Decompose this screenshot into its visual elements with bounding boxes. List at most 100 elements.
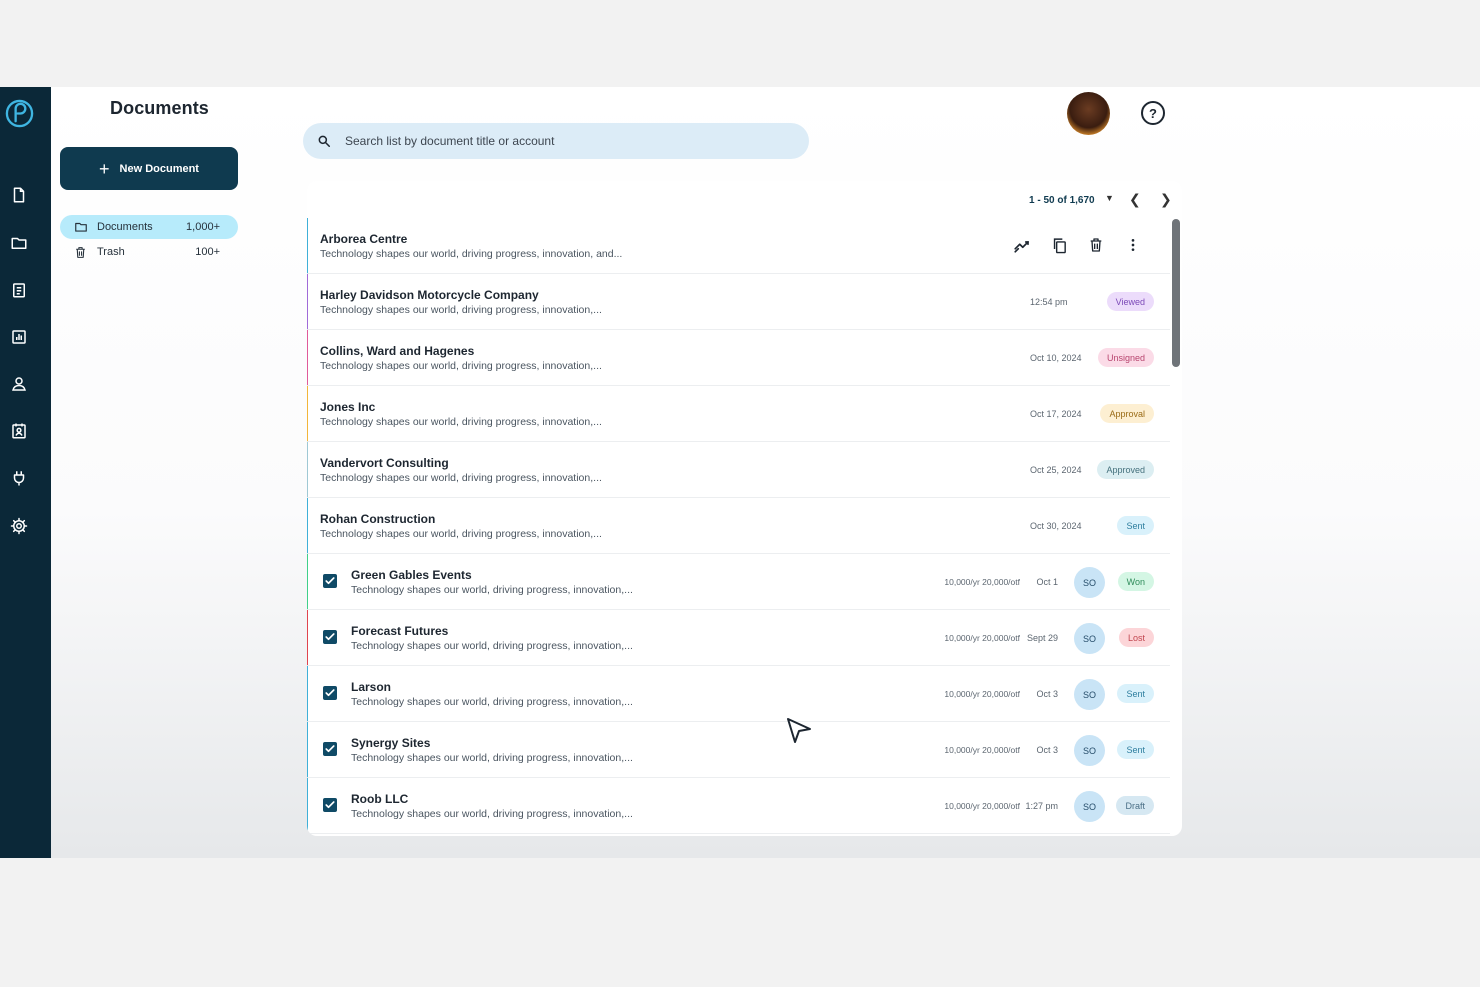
owner-avatar[interactable]: SO [1074, 623, 1105, 654]
new-document-label: New Document [119, 162, 199, 175]
check-icon [325, 633, 335, 641]
table-row[interactable]: Vandervort Consulting Technology shapes o… [307, 442, 1170, 498]
row-date: Oct 10, 2024 [1030, 353, 1082, 363]
analytics-icon[interactable] [1013, 236, 1031, 254]
status-badge: Draft [1116, 796, 1154, 815]
contacts-icon [12, 377, 26, 391]
new-document-button[interactable]: + New Document [60, 147, 238, 190]
contact-card-icon [12, 423, 26, 439]
status-badge: Won [1117, 572, 1154, 591]
row-amount: 10,000/yr 20,000/otf [944, 577, 1020, 587]
row-checkbox[interactable] [323, 574, 337, 588]
owner-avatar[interactable]: SO [1074, 567, 1105, 598]
integrations-icon [13, 471, 25, 486]
folder-count: 1,000+ [186, 221, 220, 233]
table-row[interactable]: Forecast Futures Technology shapes our wo… [307, 610, 1170, 666]
row-date: 1:27 pm [1025, 801, 1058, 811]
table-row[interactable]: Synergy Sites Technology shapes our world… [307, 722, 1170, 778]
nav-rail [0, 87, 51, 858]
check-icon [325, 577, 335, 585]
nav-folders[interactable] [9, 233, 29, 253]
folder-icon [11, 237, 27, 249]
folder-label: Trash [97, 246, 125, 258]
copy-icon[interactable] [1050, 236, 1068, 254]
nav-analytics[interactable] [9, 327, 29, 347]
row-description: Technology shapes our world, driving pro… [351, 752, 633, 764]
trash-icon [74, 245, 88, 259]
row-title: Vandervort Consulting [320, 456, 449, 470]
row-date: Oct 30, 2024 [1030, 521, 1082, 531]
row-date: Oct 3 [1036, 689, 1058, 699]
nav-contact-cards[interactable] [9, 421, 29, 441]
avatar[interactable] [1067, 92, 1110, 135]
check-icon [325, 801, 335, 809]
row-description: Technology shapes our world, driving pro… [351, 584, 633, 596]
nav-documents[interactable] [9, 185, 29, 205]
chevron-left-icon[interactable]: ❮ [1129, 191, 1141, 208]
table-row[interactable]: Green Gables Events Technology shapes our… [307, 554, 1170, 610]
scrollbar-thumb[interactable] [1172, 219, 1180, 367]
delete-icon[interactable] [1087, 236, 1105, 254]
more-vert-icon[interactable] [1124, 236, 1142, 254]
folder-documents[interactable]: Documents 1,000+ [60, 215, 238, 239]
row-description: Technology shapes our world, driving pro… [351, 696, 633, 708]
search-input[interactable] [345, 134, 785, 148]
chevron-right-icon[interactable]: ❯ [1160, 191, 1172, 208]
status-badge: Approval [1100, 404, 1154, 423]
row-title: Harley Davidson Motorcycle Company [320, 288, 539, 302]
table-row[interactable]: Roob LLC Technology shapes our world, dri… [307, 778, 1170, 834]
settings-icon [10, 517, 28, 535]
plus-icon: + [99, 158, 110, 179]
owner-avatar[interactable]: SO [1074, 735, 1105, 766]
row-amount: 10,000/yr 20,000/otf [944, 745, 1020, 755]
row-checkbox[interactable] [323, 798, 337, 812]
row-date: Sept 29 [1026, 633, 1058, 643]
table-row[interactable]: Jones Inc Technology shapes our world, dr… [307, 386, 1170, 442]
folder-label: Documents [97, 221, 153, 233]
row-date: Oct 1 [1036, 577, 1058, 587]
analytics-icon [12, 330, 26, 344]
table-row[interactable]: Arborea Centre Technology shapes our worl… [307, 218, 1170, 274]
row-title: Synergy Sites [351, 736, 431, 750]
pagination-range: 1 - 50 of 1,670 [1029, 195, 1095, 206]
pagination: 1 - 50 of 1,670 ▼ ❮ ❯ [307, 181, 1182, 219]
check-icon [325, 689, 335, 697]
nav-integrations[interactable] [9, 468, 29, 488]
row-title: Arborea Centre [320, 232, 408, 246]
row-title: Larson [351, 680, 392, 694]
nav-tasks[interactable] [9, 280, 29, 300]
table-row[interactable]: Rohan Construction Technology shapes our … [307, 498, 1170, 554]
row-checkbox[interactable] [323, 630, 337, 644]
page-title: Documents [110, 98, 209, 118]
table-row[interactable]: Harley Davidson Motorcycle Company Techno… [307, 274, 1170, 330]
help-icon[interactable]: ? [1141, 101, 1165, 125]
nav-contacts[interactable] [9, 374, 29, 394]
chevron-down-icon[interactable]: ▼ [1105, 193, 1114, 203]
row-checkbox[interactable] [323, 686, 337, 700]
table-row[interactable]: Collins, Ward and Hagenes Technology shap… [307, 330, 1170, 386]
status-badge: Sent [1117, 684, 1154, 703]
row-title: Rohan Construction [320, 512, 436, 526]
document-list-card: 1 - 50 of 1,670 ▼ ❮ ❯ Arborea Centre Tech… [307, 181, 1182, 836]
row-title: Roob LLC [351, 792, 409, 806]
app-window: Documents + New Document Documents 1,000… [0, 87, 1480, 858]
row-title: Green Gables Events [351, 568, 472, 582]
folder-trash[interactable]: Trash 100+ [60, 240, 238, 264]
row-description: Technology shapes our world, driving pro… [351, 808, 633, 820]
status-badge: Unsigned [1097, 348, 1154, 367]
check-icon [325, 745, 335, 753]
document-list: Arborea Centre Technology shapes our worl… [307, 218, 1170, 834]
folder-count: 100+ [195, 246, 220, 258]
owner-avatar[interactable]: SO [1074, 791, 1105, 822]
row-checkbox[interactable] [323, 742, 337, 756]
table-row[interactable]: Larson Technology shapes our world, drivi… [307, 666, 1170, 722]
row-title: Forecast Futures [351, 624, 449, 638]
status-badge: Approved [1097, 460, 1154, 479]
nav-settings[interactable] [9, 516, 29, 536]
row-description: Technology shapes our world, driving pro… [320, 360, 602, 372]
row-amount: 10,000/yr 20,000/otf [944, 689, 1020, 699]
row-description: Technology shapes our world, driving pro… [351, 640, 633, 652]
row-date: 12:54 pm [1030, 297, 1068, 307]
status-badge: Sent [1117, 516, 1154, 535]
owner-avatar[interactable]: SO [1074, 679, 1105, 710]
